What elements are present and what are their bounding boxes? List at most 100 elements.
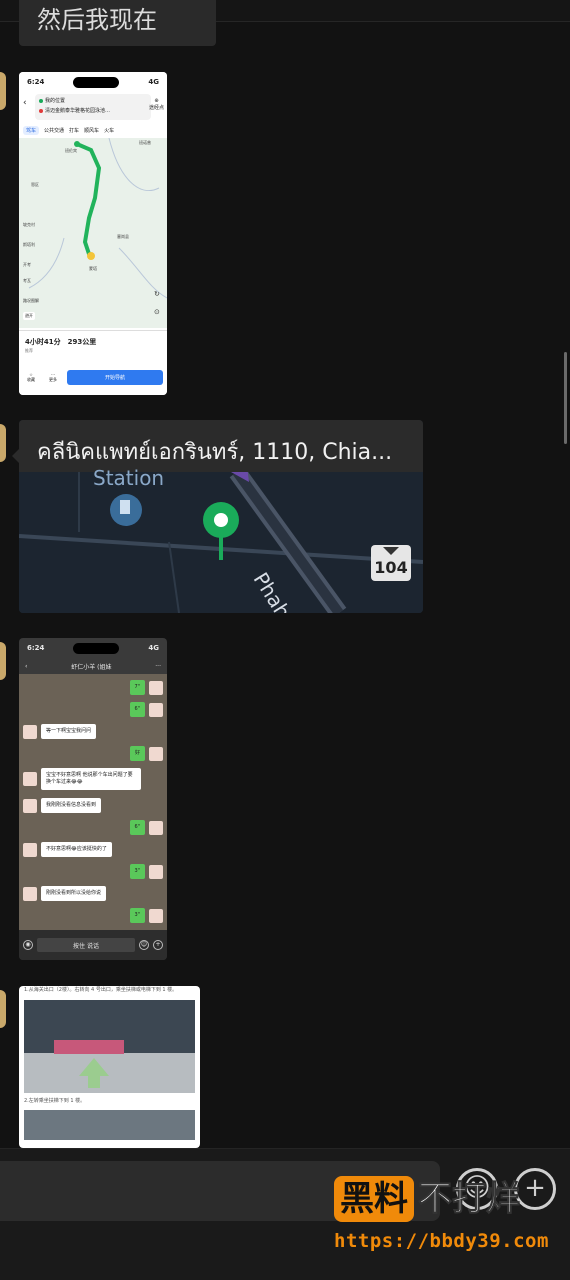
avatar xyxy=(149,864,163,879)
doc-step-1: 1.从海关出口（2楼）。右转向 4 号出口，乘坐扶梯或电梯下到 1 楼。 xyxy=(24,987,178,993)
hold-to-talk-button: 按住 说话 xyxy=(37,938,135,952)
location-message-card[interactable]: คลีนิคแพทย์เอกรินทร์, 1110, Chia... Stat… xyxy=(19,420,423,613)
avatar xyxy=(23,724,37,739)
message-row: 等一下啊宝宝我问问 xyxy=(23,724,97,739)
scrollbar[interactable] xyxy=(564,352,567,444)
start-navigation-button: 开始导航 xyxy=(67,370,163,385)
plus-icon: + xyxy=(153,940,163,950)
location-title: คลีนิคแพทย์เอกรินทร์, 1110, Chia... xyxy=(19,420,423,472)
chat-title: 虾仁小羊 (姐妹 xyxy=(71,663,112,671)
map-place: 考瓦 xyxy=(23,278,31,283)
route-box: 我的位置 清迈金鹅泰华雅格花园泳池… xyxy=(35,94,151,120)
more-label: 更多 xyxy=(49,377,57,382)
message-row: 好 xyxy=(129,746,163,761)
avatar xyxy=(149,908,163,923)
chat-input-bar: ◉ 按住 说话 ☺ + xyxy=(19,930,167,960)
back-arrow-icon: ‹ xyxy=(23,98,27,108)
map-place: 开考 xyxy=(23,262,31,267)
destination-label: 清迈金鹅泰华雅格花园泳池… xyxy=(45,108,111,114)
message-row: 6" xyxy=(129,702,163,717)
destination-dot-icon xyxy=(39,108,43,113)
voice-message: 6" xyxy=(129,702,145,717)
status-network: 4G xyxy=(148,78,159,86)
map-place: 坡克村 xyxy=(23,222,35,227)
duration-distance: 4小时41分 293公里 xyxy=(25,338,97,346)
transport-modes: 驾车 公共交通 打车 顺风车 火车 xyxy=(19,124,167,136)
map-place: 班诺普 xyxy=(139,140,151,145)
mode-drive: 驾车 xyxy=(23,125,40,135)
message-row: 6" xyxy=(129,820,163,835)
airport-photo xyxy=(24,1000,195,1093)
route-note: 推荐 xyxy=(25,348,33,353)
message-row: 7" xyxy=(129,680,163,695)
location-map-drawing xyxy=(19,472,423,613)
map-place: 恩区 xyxy=(31,182,39,187)
map-place: 蒙塔 xyxy=(89,266,97,271)
chat-header: ‹ 虾仁小羊 (姐妹 ··· xyxy=(19,658,167,674)
status-bar: 6:24 4G xyxy=(19,72,167,92)
emoji-icon: ☺ xyxy=(139,940,149,950)
avoid-chip: 避开 xyxy=(23,312,35,320)
mode-carpool: 顺风车 xyxy=(84,127,100,134)
avatar xyxy=(23,886,37,901)
watermark-brand-b: 不打烊 xyxy=(418,1179,521,1220)
message-row: 3" xyxy=(129,908,163,923)
text-message: 宝宝不好意思啊 他说那个车出问题了要换个车过来😂😂 xyxy=(41,768,141,790)
text-message-bubble[interactable]: 然后我现在提。 xyxy=(19,0,216,46)
message-row: 宝宝不好意思啊 他说那个车出问题了要换个车过来😂😂 xyxy=(23,768,141,790)
message-row: 刚刚没看到所以没给你说 xyxy=(23,886,107,901)
sender-avatar[interactable] xyxy=(0,990,6,1028)
image-message-chat-screenshot[interactable]: 6:24 4G ‹ 虾仁小羊 (姐妹 ··· 7" 6" 等一下啊宝宝我问问 好… xyxy=(19,638,167,960)
map-place: 塞岗县 xyxy=(117,234,129,239)
origin-dot-icon xyxy=(39,98,43,103)
watermark: 黑料 不打烊 https://bbdy39.com xyxy=(334,1176,548,1252)
avatar xyxy=(149,702,163,717)
message-text: 然后我现在提。 xyxy=(37,6,157,34)
mode-taxi: 打车 xyxy=(69,127,80,134)
route-map-drawing xyxy=(28,138,167,299)
status-time: 6:24 xyxy=(27,644,45,652)
map-station-label: Station xyxy=(93,466,165,490)
avatar xyxy=(149,680,163,695)
status-time: 6:24 xyxy=(27,78,45,86)
avatar xyxy=(23,842,37,857)
avatar xyxy=(149,820,163,835)
airport-photo-2 xyxy=(24,1110,195,1140)
sender-avatar[interactable] xyxy=(0,642,6,680)
text-message: 等一下啊宝宝我问问 xyxy=(41,724,97,739)
image-message-document[interactable]: 1.从海关出口（2楼）。右转向 4 号出口，乘坐扶梯或电梯下到 1 楼。 2.左… xyxy=(19,986,200,1148)
locate-icon: ⊙ xyxy=(154,308,160,316)
text-message: 不好意思啊😂应该挺快的了 xyxy=(41,842,112,857)
message-row: 我刚刚没看信息没看到 xyxy=(23,798,102,813)
mode-transit: 公共交通 xyxy=(44,127,65,134)
back-arrow-icon: ‹ xyxy=(25,662,28,670)
favorite-label: 收藏 xyxy=(27,377,35,382)
watermark-url: https://bbdy39.com xyxy=(334,1230,549,1252)
location-map: Station Phaho 104 xyxy=(19,466,423,613)
sender-avatar[interactable] xyxy=(0,424,6,462)
voice-message: 6" xyxy=(129,820,145,835)
text-message: 好 xyxy=(129,746,145,761)
add-waypoint: ⊕ 途经点 xyxy=(148,98,164,111)
route-shield: 104 xyxy=(371,545,411,581)
image-message-map-screenshot[interactable]: 6:24 4G ‹ 我的位置 清迈金鹅泰华雅格花园泳池… ⊕ 途经点 驾车 公共交… xyxy=(19,72,167,395)
add-button[interactable]: + xyxy=(514,1168,556,1210)
route-number: 104 xyxy=(374,558,408,577)
origin-label: 我的位置 xyxy=(45,98,66,104)
dynamic-island xyxy=(73,642,120,654)
shield-chevron-icon xyxy=(383,547,399,555)
text-message: 刚刚没看到所以没给你说 xyxy=(41,886,107,901)
sender-avatar[interactable] xyxy=(0,72,6,110)
doc-step-2: 2.左转乘坐扶梯下到 1 楼。 xyxy=(24,1098,86,1104)
refresh-icon: ↻ xyxy=(154,290,160,298)
traffic-legend: 路况图解 xyxy=(23,298,39,303)
text-message: 我刚刚没看信息没看到 xyxy=(41,798,102,813)
status-bar: 6:24 4G xyxy=(19,638,167,658)
waypoint-label: 途经点 xyxy=(148,105,164,111)
avatar xyxy=(23,798,37,813)
status-network: 4G xyxy=(148,644,159,652)
map-place: 班伦宾 xyxy=(65,148,77,153)
route-summary-panel: 4小时41分 293公里 推荐 ☆ 收藏 ··· 更多 开始导航 xyxy=(19,330,167,395)
avatar xyxy=(23,772,37,786)
mode-train: 火车 xyxy=(104,127,115,134)
